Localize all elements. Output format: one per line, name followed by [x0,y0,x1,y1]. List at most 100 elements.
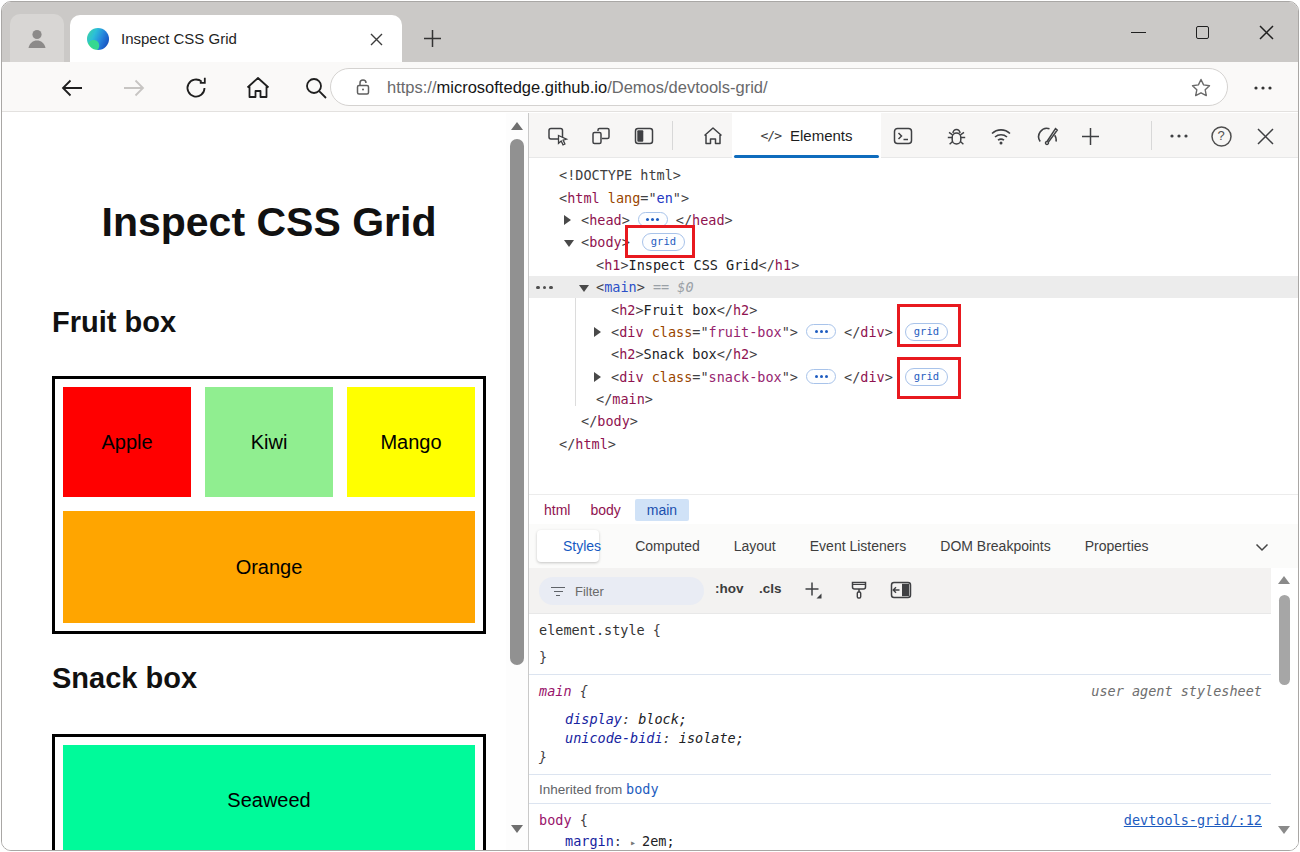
style-rule[interactable]: element.style {} [529,614,1272,675]
css-token-tri: ▸ [630,837,642,848]
devtools-close-icon[interactable] [1253,124,1277,148]
css-token-pb: : [622,711,638,727]
styles-scroll-up-icon[interactable] [1278,576,1290,584]
favorite-star-icon[interactable] [1189,76,1213,100]
filter-input[interactable]: Filter [539,577,704,605]
more-tools-plus-icon[interactable] [1078,124,1102,148]
home-button[interactable] [243,73,273,103]
css-token-prop: unicode-bidi [565,730,663,746]
expand-arrow-icon[interactable] [594,372,601,382]
tree-row[interactable]: <h2>Fruit box</h2> [529,298,1298,320]
browser-more-icon[interactable] [1248,73,1278,103]
breadcrumb-item-html[interactable]: html [544,502,570,518]
tree-row[interactable]: <h2>Snack box</h2> [529,343,1298,365]
code-token-p: < [559,190,567,206]
tree-row[interactable]: </main> [529,388,1298,410]
console-icon[interactable] [891,124,915,148]
tree-row[interactable]: <h1>Inspect CSS Grid</h1> [529,254,1298,276]
expand-arrow-icon[interactable] [564,215,571,225]
tree-row[interactable]: </body> [529,410,1298,432]
code-token-p: "> [782,324,798,340]
expand-arrow-icon[interactable] [594,327,601,337]
devtools-more-icon[interactable] [1167,124,1191,148]
styles-scrollbar[interactable] [1271,568,1298,850]
collapse-arrow-icon[interactable] [579,285,589,292]
forward-button[interactable] [119,73,149,103]
help-icon[interactable]: ? [1209,124,1233,148]
code-token-p: < [611,324,619,340]
chevron-down-icon[interactable] [1254,539,1270,555]
address-bar[interactable]: https://microsoftedge.github.io/Demos/de… [330,68,1228,106]
tab-properties[interactable]: Properties [1085,538,1149,554]
browser-tab[interactable]: Inspect CSS Grid [70,15,402,62]
style-rule[interactable]: main {display: block;unicode-bidi: isola… [529,675,1272,775]
tab-title: Inspect CSS Grid [121,30,237,47]
title-bar: Inspect CSS Grid [2,2,1298,62]
tree-row[interactable]: <div class="fruit-box"></div>grid [529,321,1298,343]
tree-row[interactable]: <html lang="en"> [529,186,1298,208]
tree-row[interactable]: <div class="snack-box"></div>grid [529,366,1298,388]
new-tab-button[interactable] [416,22,448,54]
network-conditions-icon[interactable] [989,124,1013,148]
tree-row[interactable]: <head></head> [529,209,1298,231]
scroll-down-icon[interactable] [511,825,523,833]
inherited-element-link[interactable]: body [626,781,659,797]
tree-row[interactable]: <main> == $0 [529,276,1298,298]
computed-sidebar-toggle-icon[interactable] [889,578,913,602]
back-button[interactable] [57,73,87,103]
style-rule[interactable]: body {margin: ▸ 2em;devtools-grid/:12 [529,804,1272,850]
tab-elements[interactable]: </> Elements [732,113,881,158]
tree-row[interactable]: <!DOCTYPE html> [529,164,1298,186]
row-menu-dots-icon[interactable] [536,286,553,290]
profile-avatar[interactable] [10,14,64,62]
tab-dom-breakpoints[interactable]: DOM Breakpoints [940,538,1050,554]
css-token-pb: : [614,833,630,849]
page-scrollbar[interactable] [506,113,528,850]
grid-badge[interactable]: grid [642,233,685,251]
performance-icon[interactable] [1036,124,1060,148]
search-icon[interactable] [301,73,331,103]
tab-styles[interactable]: Styles [563,538,601,554]
code-token-tag: div [860,324,884,340]
css-token-sel: main [539,683,572,699]
maximize-button[interactable] [1170,2,1234,62]
expand-ellipsis-icon[interactable] [638,212,668,227]
code-token-tag: h2 [733,302,749,318]
breadcrumb-item-main[interactable]: main [635,499,689,521]
code-token-p: < [581,234,589,250]
device-emulation-icon[interactable] [589,124,613,148]
new-style-rule-icon[interactable] [801,578,825,602]
dock-side-icon[interactable] [632,124,656,148]
code-token-tagb: main [604,279,637,295]
brush-icon[interactable] [847,578,871,602]
class-toggle-button[interactable]: .cls [759,581,782,596]
pseudo-state-button[interactable]: :hov [715,581,744,596]
grid-badge[interactable]: grid [905,323,948,341]
styles-scroll-down-icon[interactable] [1278,826,1290,834]
window-close-button[interactable] [1234,2,1298,62]
tab-close-icon[interactable] [366,29,386,49]
code-token-p [644,369,652,385]
code-icon: </> [760,128,780,143]
expand-ellipsis-icon[interactable] [806,324,836,339]
expand-ellipsis-icon[interactable] [806,369,836,384]
tree-row[interactable]: </html> [529,433,1298,455]
stylesheet-source-link[interactable]: devtools-grid/:12 [1124,811,1262,830]
tab-computed[interactable]: Computed [635,538,700,554]
tab-event-listeners[interactable]: Event Listeners [810,538,907,554]
code-token-p: > [637,279,645,295]
tree-row[interactable]: <body>grid [529,231,1298,253]
minimize-button[interactable] [1106,2,1170,62]
collapse-arrow-icon[interactable] [564,240,574,247]
breadcrumb-item-body[interactable]: body [590,502,620,518]
page-scrollbar-thumb[interactable] [510,139,524,665]
grid-badge[interactable]: grid [905,368,948,386]
refresh-button[interactable] [181,73,211,103]
styles-scrollbar-thumb[interactable] [1279,595,1290,685]
scroll-up-icon[interactable] [511,122,523,130]
devtools-home-icon[interactable] [701,124,725,148]
debug-icon[interactable] [944,124,968,148]
tab-layout[interactable]: Layout [734,538,776,554]
inspect-element-icon[interactable] [546,124,570,148]
fruit-box-grid: AppleKiwiMangoOrange [52,376,486,634]
